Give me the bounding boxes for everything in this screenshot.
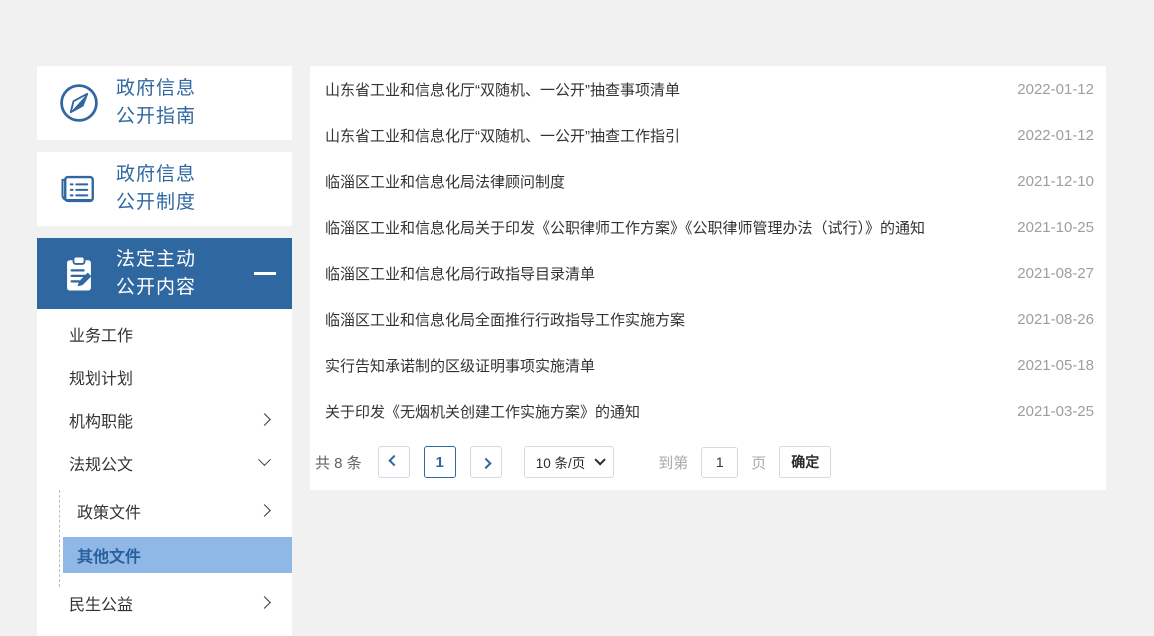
list-item[interactable]: 临淄区工业和信息化局行政指导目录清单 2021-08-27 [310, 250, 1106, 296]
sidebar-item-label: 法定主动 公开内容 [116, 248, 197, 298]
document-date: 2021-08-27 [1017, 264, 1094, 282]
document-date: 2021-10-25 [1017, 218, 1094, 236]
sidebar-menu-item-label: 政策文件 [77, 504, 142, 522]
list-item[interactable]: 临淄区工业和信息化局法律顾问制度 2021-12-10 [310, 158, 1106, 204]
sidebar-item-gov-info-guide[interactable]: 政府信息 公开指南 [37, 66, 292, 140]
confirm-button[interactable]: 确定 [779, 446, 832, 478]
sidebar-menu-item-label: 民生公益 [69, 596, 134, 614]
document-title: 临淄区工业和信息化局关于印发《公职律师工作方案》《公职律师管理办法（试行）》的通… [325, 219, 926, 237]
document-date: 2022-01-12 [1017, 80, 1094, 98]
pagination: 共 8 条 1 10 条/页 到第 页 确定 [310, 434, 1106, 490]
sidebar-item-label: 政府信息 公开制度 [116, 164, 197, 213]
document-title: 临淄区工业和信息化局全面推行行政指导工作实施方案 [325, 311, 686, 329]
page-size-label: 10 条/页 [535, 456, 586, 471]
sidebar-submenu: 业务工作 规划计划 机构职能 法规公文 政策文件 其他文件 民生公益 [37, 309, 292, 636]
document-title: 临淄区工业和信息化局行政指导目录清单 [325, 265, 596, 283]
chevron-right-icon [480, 457, 492, 470]
sidebar-menu-item-1[interactable]: 业务工作 [37, 312, 292, 355]
list-item[interactable]: 关于印发《无烟机关创建工作实施方案》的通知 2021-03-25 [310, 388, 1106, 434]
sidebar-menu-item-2[interactable]: 规划计划 [37, 355, 292, 398]
list-item[interactable]: 山东省工业和信息化厅“双随机、一公开”抽查事项清单 2022-01-12 [310, 66, 1106, 112]
sidebar: 政府信息 公开指南 政府信息 公开制度 法定主动 公开内容 业务工作 规划计划 … [37, 66, 292, 636]
document-title: 山东省工业和信息化厅“双随机、一公开”抽查事项清单 [325, 81, 680, 99]
sidebar-menu-item-5[interactable]: 政策文件 [37, 489, 292, 532]
collapse-minus-icon[interactable] [254, 272, 276, 275]
compass-icon [56, 80, 102, 126]
document-date: 2021-03-25 [1017, 402, 1094, 420]
document-title: 关于印发《无烟机关创建工作实施方案》的通知 [325, 403, 641, 421]
sidebar-menu-item-label: 法规公文 [69, 456, 134, 474]
sidebar-menu-item-label: 机构职能 [69, 413, 134, 431]
sidebar-item-label: 政府信息 公开指南 [116, 78, 197, 127]
chevron-icon [258, 596, 271, 609]
document-date: 2021-08-26 [1017, 310, 1094, 328]
goto-page-label: 到第 [658, 454, 689, 472]
clipboard-pencil-icon [56, 251, 102, 297]
page-size-select[interactable]: 10 条/页 [523, 446, 615, 478]
page-1-button[interactable]: 1 [423, 446, 456, 478]
list-item[interactable]: 临淄区工业和信息化局全面推行行政指导工作实施方案 2021-08-26 [310, 296, 1106, 342]
next-page-button[interactable] [469, 446, 502, 478]
chevron-down-icon [594, 454, 606, 466]
document-date: 2021-12-10 [1017, 172, 1094, 190]
list-item[interactable]: 实行告知承诺制的区级证明事项实施清单 2021-05-18 [310, 342, 1106, 388]
chevron-icon [258, 413, 271, 426]
chevron-left-icon [388, 454, 400, 467]
goto-page-input[interactable] [701, 446, 739, 478]
list-item[interactable]: 山东省工业和信息化厅“双随机、一公开”抽查工作指引 2022-01-12 [310, 112, 1106, 158]
sidebar-menu-item-6[interactable]: 其他文件 [63, 537, 292, 573]
sidebar-item-statutory-disclosure[interactable]: 法定主动 公开内容 [37, 238, 292, 309]
notebook-icon [56, 166, 102, 212]
document-date: 2021-05-18 [1017, 356, 1094, 374]
sidebar-menu-item-3[interactable]: 机构职能 [37, 398, 292, 441]
sidebar-menu-item-label: 业务工作 [69, 327, 134, 345]
sidebar-menu-item-4[interactable]: 法规公文 [37, 441, 292, 484]
sidebar-menu-item-label: 其他文件 [77, 549, 142, 566]
sidebar-menu-item-label: 规划计划 [69, 370, 134, 388]
page-unit-label: 页 [751, 454, 767, 472]
document-list-panel: 山东省工业和信息化厅“双随机、一公开”抽查事项清单 2022-01-12 山东省… [310, 66, 1106, 490]
sidebar-item-gov-info-system[interactable]: 政府信息 公开制度 [37, 152, 292, 226]
document-list: 山东省工业和信息化厅“双随机、一公开”抽查事项清单 2022-01-12 山东省… [310, 66, 1106, 434]
prev-page-button[interactable] [377, 446, 410, 478]
total-count-label: 共 8 条 [315, 454, 362, 472]
chevron-icon [258, 453, 271, 467]
sidebar-menu-item-7[interactable]: 民生公益 [37, 581, 292, 624]
document-date: 2022-01-12 [1017, 126, 1094, 144]
list-item[interactable]: 临淄区工业和信息化局关于印发《公职律师工作方案》《公职律师管理办法（试行）》的通… [310, 204, 1106, 250]
chevron-icon [258, 504, 271, 517]
document-title: 临淄区工业和信息化局法律顾问制度 [325, 173, 566, 191]
document-title: 实行告知承诺制的区级证明事项实施清单 [325, 357, 596, 375]
document-title: 山东省工业和信息化厅“双随机、一公开”抽查工作指引 [325, 127, 680, 145]
